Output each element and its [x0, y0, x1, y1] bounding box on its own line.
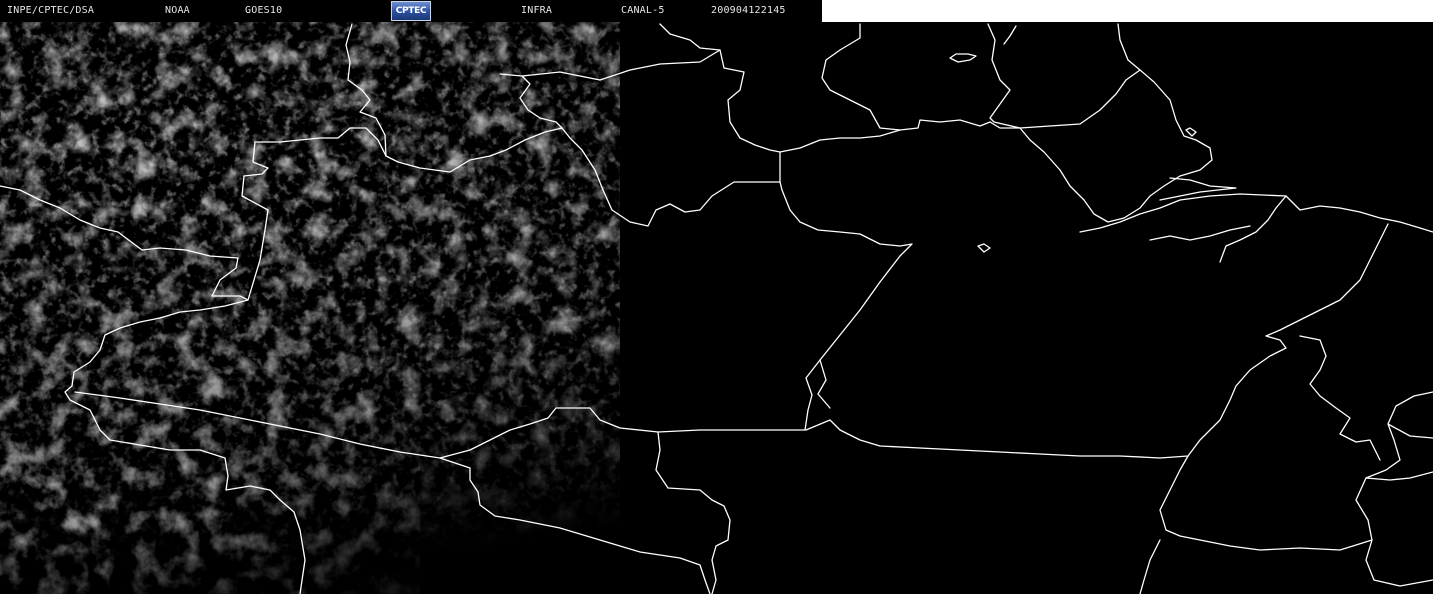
timestamp-label: 200904122145: [711, 5, 786, 16]
agency-label: NOAA: [165, 5, 190, 16]
header-bar: INPE/CPTEC/DSA NOAA GOES10 CPTEC INFRA C…: [0, 0, 822, 22]
satellite-map: [0, 22, 1433, 594]
satellite-label: GOES10: [245, 5, 283, 16]
channel-label: CANAL-5: [621, 5, 665, 16]
band-label: INFRA: [521, 5, 553, 16]
header-blank-area: [822, 0, 1433, 22]
cptec-logo: CPTEC: [391, 1, 431, 21]
institution-label: INPE/CPTEC/DSA: [7, 5, 95, 16]
